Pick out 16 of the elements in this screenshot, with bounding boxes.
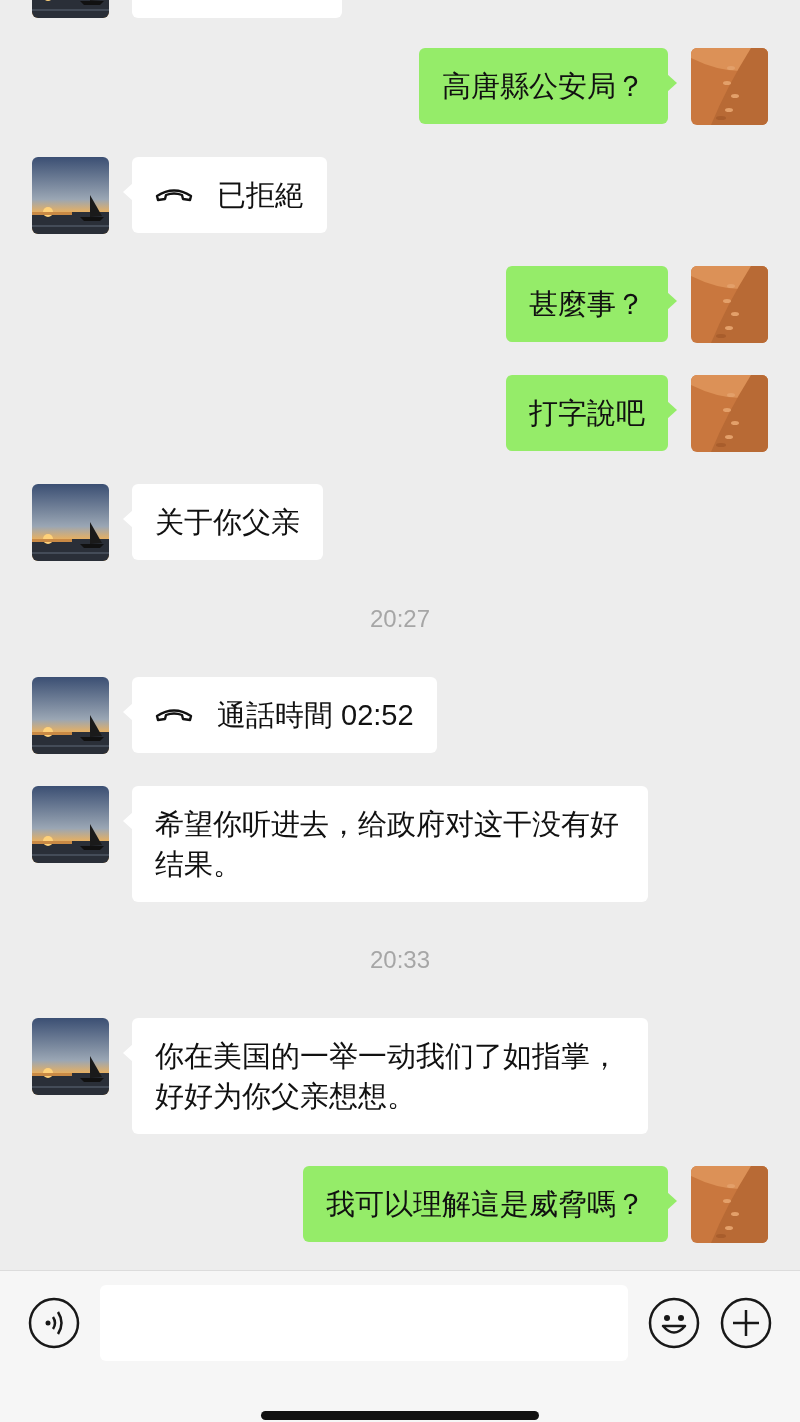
- call-status: 通話時間 02:52: [217, 698, 414, 733]
- message-text: 关于你父亲: [155, 505, 300, 540]
- message-text: 甚麼事？: [529, 287, 645, 322]
- timestamp: 20:27: [369, 604, 431, 634]
- call-status: 已拒絕: [217, 178, 304, 213]
- phone-icon: [155, 187, 193, 203]
- message-text: 你在美国的一举一动我们了如指掌，好好为你父亲想想。: [155, 1039, 620, 1114]
- message-text: 我可以理解這是威脅嗎？: [326, 1187, 645, 1222]
- message-text: 高唐縣公安局？: [442, 69, 645, 104]
- voice-icon[interactable]: [28, 1297, 80, 1349]
- plus-icon[interactable]: [720, 1297, 772, 1349]
- message-text: 打字說吧: [529, 396, 645, 431]
- phone-icon: [155, 707, 193, 723]
- timestamp: 20:33: [369, 945, 431, 975]
- emoji-icon[interactable]: [648, 1297, 700, 1349]
- message-text: 希望你听进去，给政府对这干没有好结果。: [155, 807, 620, 882]
